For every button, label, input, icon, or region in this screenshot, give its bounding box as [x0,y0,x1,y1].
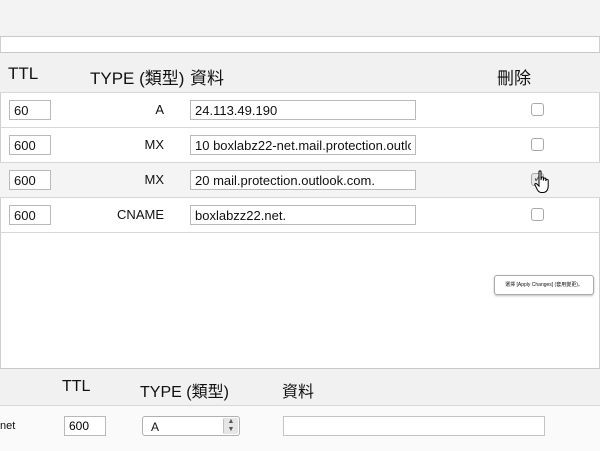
record-type: A [155,102,164,117]
record-type: MX [144,172,165,187]
type-select[interactable]: A ▲ ▼ [142,416,240,436]
ttl-field[interactable] [9,205,51,225]
header-ttl: TTL [62,378,91,395]
header-ttl: TTL [8,64,39,83]
data-field[interactable] [190,135,416,155]
table-row: A [0,93,600,128]
new-record-row: net A ▲▼ [0,406,600,451]
delete-checkbox[interactable] [531,103,544,116]
new-ttl-field[interactable] [64,416,106,436]
top-toolbar-strip [0,0,600,37]
delete-checkbox[interactable] [531,208,544,221]
new-data-field[interactable] [283,416,545,436]
record-type: CNAME [117,207,164,222]
header-type: TYPE (類型) [140,384,229,401]
delete-checkbox[interactable] [531,138,544,151]
ttl-field[interactable] [9,100,51,120]
table-row: CNAME [0,198,600,233]
record-type: MX [144,137,165,152]
hand-pointer-icon [534,170,549,193]
data-field[interactable] [190,100,416,120]
header-type: TYPE (類型) [90,69,185,88]
table-row: MX [0,128,600,163]
header-data: 資料 [190,69,224,88]
header-delete: 刪除 [497,69,531,88]
data-field[interactable] [190,170,416,190]
header-data: 資料 [282,384,315,401]
ttl-field[interactable] [9,135,51,155]
data-field[interactable] [190,205,416,225]
new-record-table: TTL TYPE (類型) 資料 net A ▲▼ [0,368,600,451]
record-name-suffix: net [0,420,16,432]
new-record-header: TTL TYPE (類型) 資料 [0,369,600,406]
up-down-arrow-icon: ▲ ▼ [223,418,238,434]
table-row: MX [0,163,600,198]
apply-changes-tooltip: 選擇 [Apply Changes] (套用變更)。 [494,275,594,295]
type-select-value: A [151,420,160,434]
ttl-field[interactable] [9,170,51,190]
table-header: TTL TYPE (類型) 資料 刪除 [0,53,600,93]
dns-records-table: TTL TYPE (類型) 資料 刪除 A MX MX CNAME [0,52,600,233]
